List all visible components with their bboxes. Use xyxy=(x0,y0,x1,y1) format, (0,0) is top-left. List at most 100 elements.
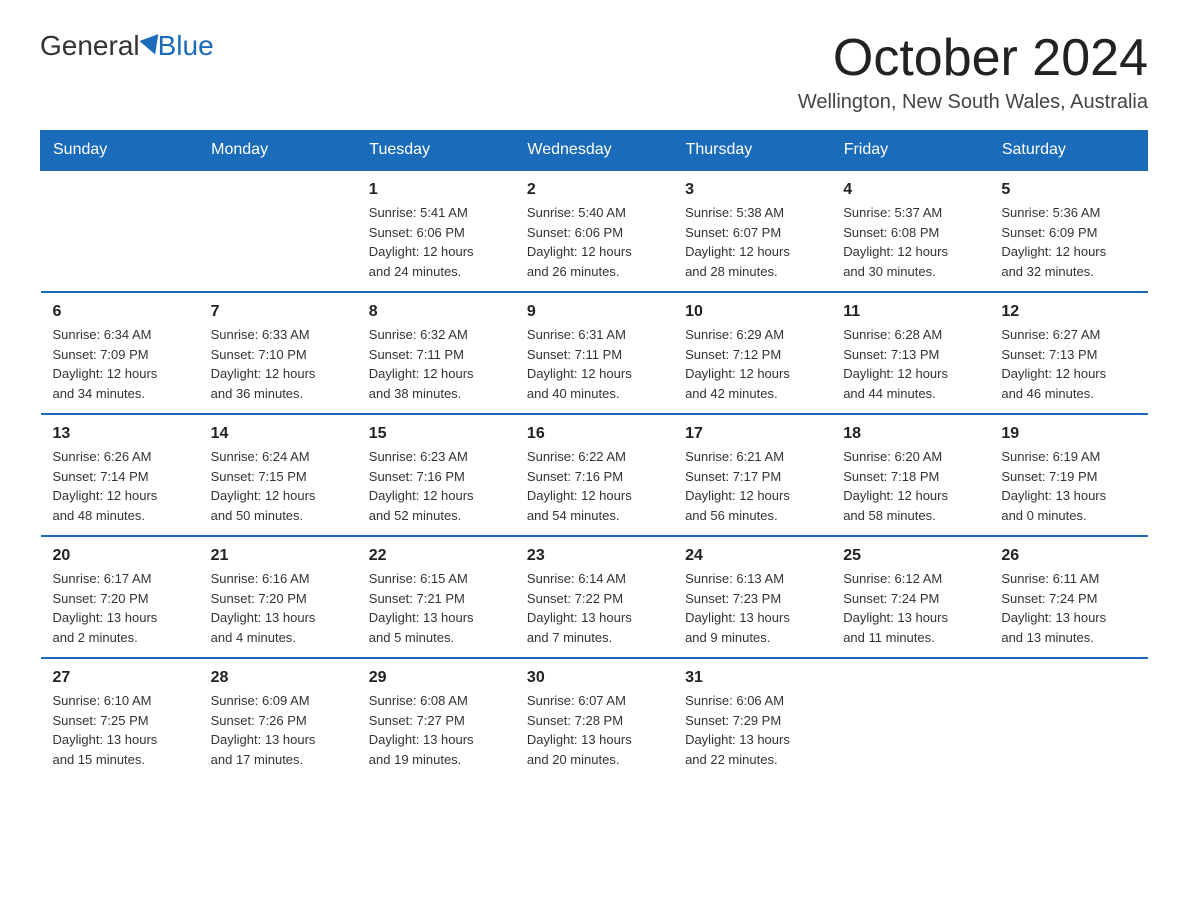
day-info: Sunrise: 6:15 AM Sunset: 7:21 PM Dayligh… xyxy=(369,569,503,647)
day-number: 18 xyxy=(843,425,977,443)
calendar-cell: 5 Sunrise: 5:36 AM Sunset: 6:09 PM Daylig… xyxy=(989,170,1147,292)
calendar-cell: 27 Sunrise: 6:10 AM Sunset: 7:25 PM Dayli… xyxy=(41,658,199,779)
calendar-cell: 28 Sunrise: 6:09 AM Sunset: 7:26 PM Dayli… xyxy=(199,658,357,779)
calendar-cell: 25 Sunrise: 6:12 AM Sunset: 7:24 PM Dayli… xyxy=(831,536,989,658)
day-info: Sunrise: 6:09 AM Sunset: 7:26 PM Dayligh… xyxy=(211,691,345,769)
day-number: 17 xyxy=(685,425,819,443)
logo: General Blue xyxy=(40,30,214,62)
logo-blue: Blue xyxy=(158,30,214,62)
calendar-cell: 16 Sunrise: 6:22 AM Sunset: 7:16 PM Dayli… xyxy=(515,414,673,536)
day-number: 30 xyxy=(527,669,661,687)
calendar-cell: 8 Sunrise: 6:32 AM Sunset: 7:11 PM Daylig… xyxy=(357,292,515,414)
day-number: 11 xyxy=(843,303,977,321)
header-friday: Friday xyxy=(831,131,989,171)
day-number: 25 xyxy=(843,547,977,565)
day-info: Sunrise: 6:22 AM Sunset: 7:16 PM Dayligh… xyxy=(527,447,661,525)
header-tuesday: Tuesday xyxy=(357,131,515,171)
calendar-cell xyxy=(41,170,199,292)
calendar-header: SundayMondayTuesdayWednesdayThursdayFrid… xyxy=(41,131,1148,171)
day-info: Sunrise: 6:32 AM Sunset: 7:11 PM Dayligh… xyxy=(369,325,503,403)
calendar-body: 1 Sunrise: 5:41 AM Sunset: 6:06 PM Daylig… xyxy=(41,170,1148,779)
calendar-cell: 19 Sunrise: 6:19 AM Sunset: 7:19 PM Dayli… xyxy=(989,414,1147,536)
day-number: 1 xyxy=(369,181,503,199)
day-info: Sunrise: 6:20 AM Sunset: 7:18 PM Dayligh… xyxy=(843,447,977,525)
day-info: Sunrise: 6:31 AM Sunset: 7:11 PM Dayligh… xyxy=(527,325,661,403)
page-header: General Blue October 2024 Wellington, Ne… xyxy=(40,30,1148,114)
day-info: Sunrise: 6:23 AM Sunset: 7:16 PM Dayligh… xyxy=(369,447,503,525)
header-monday: Monday xyxy=(199,131,357,171)
day-number: 31 xyxy=(685,669,819,687)
day-info: Sunrise: 5:38 AM Sunset: 6:07 PM Dayligh… xyxy=(685,203,819,281)
calendar-cell: 23 Sunrise: 6:14 AM Sunset: 7:22 PM Dayli… xyxy=(515,536,673,658)
calendar-cell xyxy=(989,658,1147,779)
day-number: 26 xyxy=(1001,547,1135,565)
calendar-cell: 17 Sunrise: 6:21 AM Sunset: 7:17 PM Dayli… xyxy=(673,414,831,536)
calendar-cell xyxy=(831,658,989,779)
day-info: Sunrise: 6:26 AM Sunset: 7:14 PM Dayligh… xyxy=(53,447,187,525)
calendar-table: SundayMondayTuesdayWednesdayThursdayFrid… xyxy=(40,130,1148,779)
calendar-cell: 11 Sunrise: 6:28 AM Sunset: 7:13 PM Dayli… xyxy=(831,292,989,414)
day-number: 9 xyxy=(527,303,661,321)
day-info: Sunrise: 6:34 AM Sunset: 7:09 PM Dayligh… xyxy=(53,325,187,403)
day-info: Sunrise: 6:28 AM Sunset: 7:13 PM Dayligh… xyxy=(843,325,977,403)
calendar-week-3: 13 Sunrise: 6:26 AM Sunset: 7:14 PM Dayli… xyxy=(41,414,1148,536)
day-info: Sunrise: 5:41 AM Sunset: 6:06 PM Dayligh… xyxy=(369,203,503,281)
day-info: Sunrise: 5:40 AM Sunset: 6:06 PM Dayligh… xyxy=(527,203,661,281)
day-number: 23 xyxy=(527,547,661,565)
day-number: 3 xyxy=(685,181,819,199)
day-number: 4 xyxy=(843,181,977,199)
day-info: Sunrise: 6:06 AM Sunset: 7:29 PM Dayligh… xyxy=(685,691,819,769)
day-number: 5 xyxy=(1001,181,1135,199)
day-number: 6 xyxy=(53,303,187,321)
day-info: Sunrise: 6:10 AM Sunset: 7:25 PM Dayligh… xyxy=(53,691,187,769)
calendar-cell: 6 Sunrise: 6:34 AM Sunset: 7:09 PM Daylig… xyxy=(41,292,199,414)
day-number: 8 xyxy=(369,303,503,321)
day-info: Sunrise: 6:14 AM Sunset: 7:22 PM Dayligh… xyxy=(527,569,661,647)
header-sunday: Sunday xyxy=(41,131,199,171)
header-saturday: Saturday xyxy=(989,131,1147,171)
calendar-week-2: 6 Sunrise: 6:34 AM Sunset: 7:09 PM Daylig… xyxy=(41,292,1148,414)
day-number: 2 xyxy=(527,181,661,199)
day-info: Sunrise: 6:21 AM Sunset: 7:17 PM Dayligh… xyxy=(685,447,819,525)
header-thursday: Thursday xyxy=(673,131,831,171)
calendar-cell: 29 Sunrise: 6:08 AM Sunset: 7:27 PM Dayli… xyxy=(357,658,515,779)
day-info: Sunrise: 6:08 AM Sunset: 7:27 PM Dayligh… xyxy=(369,691,503,769)
day-number: 13 xyxy=(53,425,187,443)
calendar-cell: 10Sunrise: 6:29 AM Sunset: 7:12 PM Dayli… xyxy=(673,292,831,414)
day-info: Sunrise: 5:36 AM Sunset: 6:09 PM Dayligh… xyxy=(1001,203,1135,281)
calendar-cell: 26 Sunrise: 6:11 AM Sunset: 7:24 PM Dayli… xyxy=(989,536,1147,658)
day-number: 28 xyxy=(211,669,345,687)
day-number: 16 xyxy=(527,425,661,443)
calendar-cell: 2 Sunrise: 5:40 AM Sunset: 6:06 PM Daylig… xyxy=(515,170,673,292)
calendar-cell: 7 Sunrise: 6:33 AM Sunset: 7:10 PM Daylig… xyxy=(199,292,357,414)
subtitle: Wellington, New South Wales, Australia xyxy=(798,91,1148,114)
day-info: Sunrise: 6:13 AM Sunset: 7:23 PM Dayligh… xyxy=(685,569,819,647)
day-number: 10 xyxy=(685,303,819,321)
day-info: Sunrise: 6:16 AM Sunset: 7:20 PM Dayligh… xyxy=(211,569,345,647)
day-number: 29 xyxy=(369,669,503,687)
calendar-cell: 14Sunrise: 6:24 AM Sunset: 7:15 PM Dayli… xyxy=(199,414,357,536)
day-number: 14 xyxy=(211,425,345,443)
logo-text: General Blue xyxy=(40,30,214,62)
day-info: Sunrise: 6:27 AM Sunset: 7:13 PM Dayligh… xyxy=(1001,325,1135,403)
day-info: Sunrise: 6:33 AM Sunset: 7:10 PM Dayligh… xyxy=(211,325,345,403)
day-info: Sunrise: 6:19 AM Sunset: 7:19 PM Dayligh… xyxy=(1001,447,1135,525)
calendar-cell: 12 Sunrise: 6:27 AM Sunset: 7:13 PM Dayli… xyxy=(989,292,1147,414)
calendar-week-1: 1 Sunrise: 5:41 AM Sunset: 6:06 PM Daylig… xyxy=(41,170,1148,292)
header-wednesday: Wednesday xyxy=(515,131,673,171)
day-number: 19 xyxy=(1001,425,1135,443)
day-number: 12 xyxy=(1001,303,1135,321)
day-info: Sunrise: 6:11 AM Sunset: 7:24 PM Dayligh… xyxy=(1001,569,1135,647)
page-title: October 2024 xyxy=(798,30,1148,87)
calendar-cell: 15Sunrise: 6:23 AM Sunset: 7:16 PM Dayli… xyxy=(357,414,515,536)
calendar-cell: 21 Sunrise: 6:16 AM Sunset: 7:20 PM Dayli… xyxy=(199,536,357,658)
day-info: Sunrise: 5:37 AM Sunset: 6:08 PM Dayligh… xyxy=(843,203,977,281)
calendar-cell: 1 Sunrise: 5:41 AM Sunset: 6:06 PM Daylig… xyxy=(357,170,515,292)
day-number: 21 xyxy=(211,547,345,565)
day-info: Sunrise: 6:12 AM Sunset: 7:24 PM Dayligh… xyxy=(843,569,977,647)
day-number: 22 xyxy=(369,547,503,565)
calendar-cell: 24 Sunrise: 6:13 AM Sunset: 7:23 PM Dayli… xyxy=(673,536,831,658)
day-number: 7 xyxy=(211,303,345,321)
day-number: 24 xyxy=(685,547,819,565)
day-number: 27 xyxy=(53,669,187,687)
